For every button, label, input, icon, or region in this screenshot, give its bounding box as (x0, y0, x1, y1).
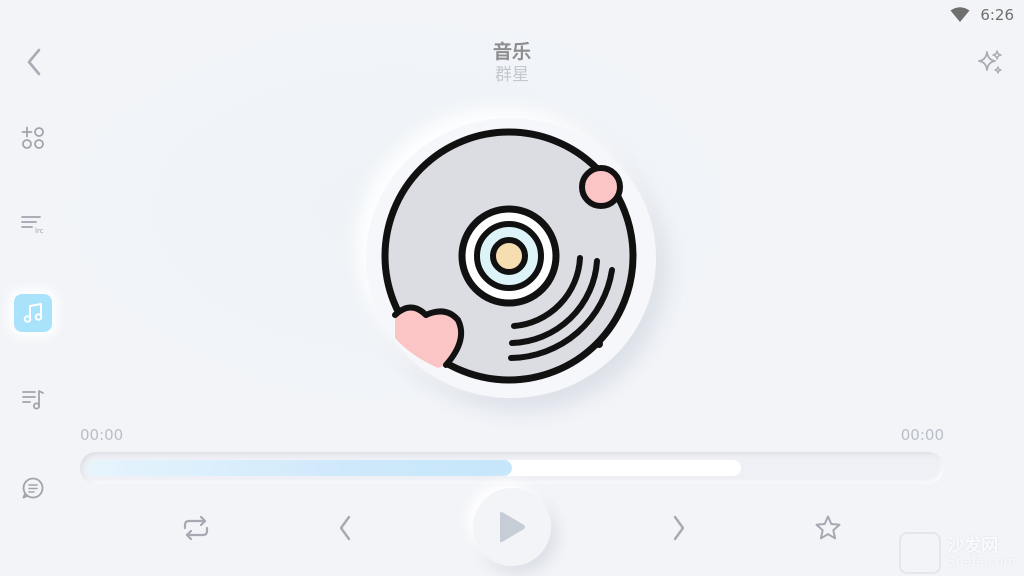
watermark-logo-icon (899, 532, 942, 574)
playlist-icon (22, 390, 44, 410)
next-button[interactable] (664, 510, 694, 546)
lyrics-icon (22, 477, 44, 499)
next-icon (673, 515, 685, 541)
equalizer-icon: lrc (21, 216, 44, 235)
vinyl-disc-heart-icon (381, 128, 637, 384)
repeat-icon (183, 515, 209, 541)
previous-button[interactable] (330, 510, 360, 546)
favorite-button[interactable] (810, 510, 846, 546)
clock: 6:26 (980, 6, 1014, 24)
watermark: 沙发网 Shafa.com (899, 532, 1016, 574)
sparkle-icon (978, 50, 1002, 74)
music-note-icon (23, 303, 43, 323)
sidebar-item-music[interactable] (14, 294, 52, 332)
apps-add-icon (21, 126, 44, 149)
track-artist: 群星 (495, 65, 529, 85)
svg-text:lrc: lrc (35, 227, 44, 235)
play-icon (500, 511, 525, 543)
repeat-button[interactable] (178, 510, 214, 546)
track-title: 音乐 (492, 41, 531, 63)
star-icon (815, 515, 841, 540)
sidebar-item-playlist[interactable] (14, 380, 52, 418)
wifi-icon (950, 7, 970, 23)
album-art (366, 118, 656, 398)
progress-bar[interactable] (80, 452, 944, 484)
sparkle-button[interactable] (976, 48, 1004, 76)
status-bar: 6:26 (950, 0, 1024, 30)
previous-icon (339, 515, 351, 541)
watermark-sub: Shafa.com (947, 554, 1016, 570)
sidebar-item-apps[interactable] (14, 119, 52, 157)
sidebar-item-lyrics[interactable] (14, 469, 52, 507)
progress-fill (88, 460, 512, 476)
play-button[interactable] (473, 488, 551, 566)
track-header: 音乐 群星 (0, 40, 1024, 86)
watermark-text: 沙发网 (947, 535, 999, 556)
sidebar-item-equalizer[interactable]: lrc (14, 204, 52, 242)
elapsed-time: 00:00 (80, 426, 124, 444)
duration-time: 00:00 (900, 426, 944, 444)
